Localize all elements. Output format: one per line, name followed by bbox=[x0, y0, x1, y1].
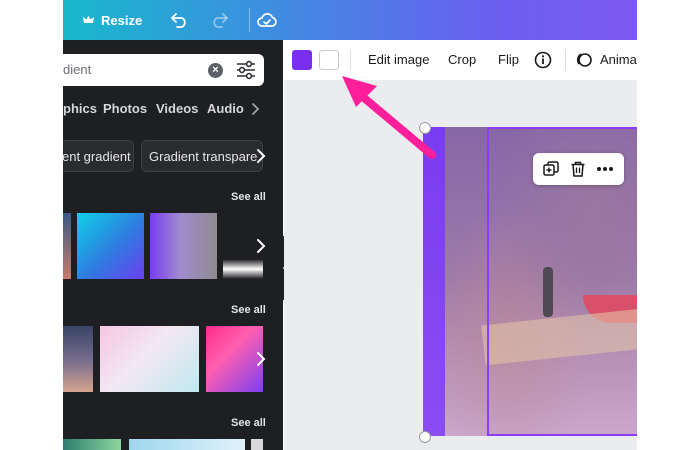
crop-button[interactable]: Crop bbox=[448, 52, 476, 67]
resize-handle[interactable] bbox=[419, 431, 431, 443]
chip-ent-gradient[interactable]: ent gradient bbox=[63, 140, 134, 172]
crown-icon bbox=[83, 15, 94, 23]
resize-handle[interactable] bbox=[419, 122, 431, 134]
divider bbox=[249, 8, 250, 32]
resize-label: Resize bbox=[101, 12, 143, 28]
gradient-thumbnail[interactable] bbox=[63, 326, 93, 392]
context-toolbar: Edit image Crop Flip Anima bbox=[284, 40, 637, 81]
side-panel: dient × phics Photos Videos Audio ent gr… bbox=[63, 40, 283, 450]
chip-label: Gradient transpare bbox=[149, 149, 258, 164]
info-icon[interactable] bbox=[534, 51, 552, 69]
chip-gradient-transparent[interactable]: Gradient transpare bbox=[141, 140, 263, 172]
see-all-link[interactable]: See all bbox=[231, 417, 266, 429]
color-swatch-white[interactable] bbox=[319, 50, 339, 70]
duplicate-icon[interactable] bbox=[541, 159, 561, 179]
resize-button[interactable]: Resize bbox=[83, 8, 142, 32]
gradient-thumbnail[interactable] bbox=[150, 213, 217, 279]
tab-graphics[interactable]: phics bbox=[63, 101, 97, 116]
gradient-thumbnail[interactable] bbox=[77, 213, 144, 279]
tab-photos[interactable]: Photos bbox=[103, 101, 147, 116]
gradient-band bbox=[423, 127, 445, 436]
animate-icon[interactable] bbox=[575, 51, 593, 69]
filter-icon[interactable] bbox=[235, 60, 257, 80]
gradient-thumbnail[interactable] bbox=[251, 439, 263, 450]
editor-window: Resize dient × phics Photos Videos Audio… bbox=[63, 0, 637, 450]
chevron-right-icon[interactable] bbox=[249, 100, 263, 118]
chip-label: ent gradient bbox=[63, 149, 131, 164]
trash-icon[interactable] bbox=[568, 159, 588, 179]
gradient-thumbnail[interactable] bbox=[129, 439, 245, 450]
chevron-right-icon[interactable] bbox=[252, 147, 270, 165]
gradient-thumbnail[interactable] bbox=[63, 439, 121, 450]
color-swatch-purple[interactable] bbox=[292, 50, 312, 70]
flip-button[interactable]: Flip bbox=[498, 52, 519, 67]
gradient-thumbnail[interactable] bbox=[63, 213, 71, 279]
undo-icon[interactable] bbox=[167, 7, 193, 33]
edit-image-button[interactable]: Edit image bbox=[368, 52, 429, 67]
top-bar: Resize bbox=[63, 0, 637, 40]
clear-icon[interactable]: × bbox=[208, 63, 223, 78]
tab-videos[interactable]: Videos bbox=[156, 101, 198, 116]
see-all-link[interactable]: See all bbox=[231, 304, 266, 316]
chevron-right-icon[interactable] bbox=[252, 350, 270, 368]
animate-button[interactable]: Anima bbox=[600, 52, 637, 67]
element-actions-toolbar bbox=[533, 153, 624, 185]
redo-icon[interactable] bbox=[206, 7, 232, 33]
divider bbox=[565, 49, 566, 71]
cloud-sync-icon[interactable] bbox=[254, 7, 280, 33]
chevron-right-icon[interactable] bbox=[252, 237, 270, 255]
divider bbox=[350, 49, 351, 71]
tab-audio[interactable]: Audio bbox=[207, 101, 244, 116]
search-box[interactable]: dient × bbox=[63, 54, 264, 86]
see-all-link[interactable]: See all bbox=[231, 191, 266, 203]
search-input[interactable]: dient bbox=[63, 62, 91, 77]
more-options-icon[interactable] bbox=[595, 159, 615, 179]
gradient-thumbnail[interactable] bbox=[100, 326, 199, 392]
